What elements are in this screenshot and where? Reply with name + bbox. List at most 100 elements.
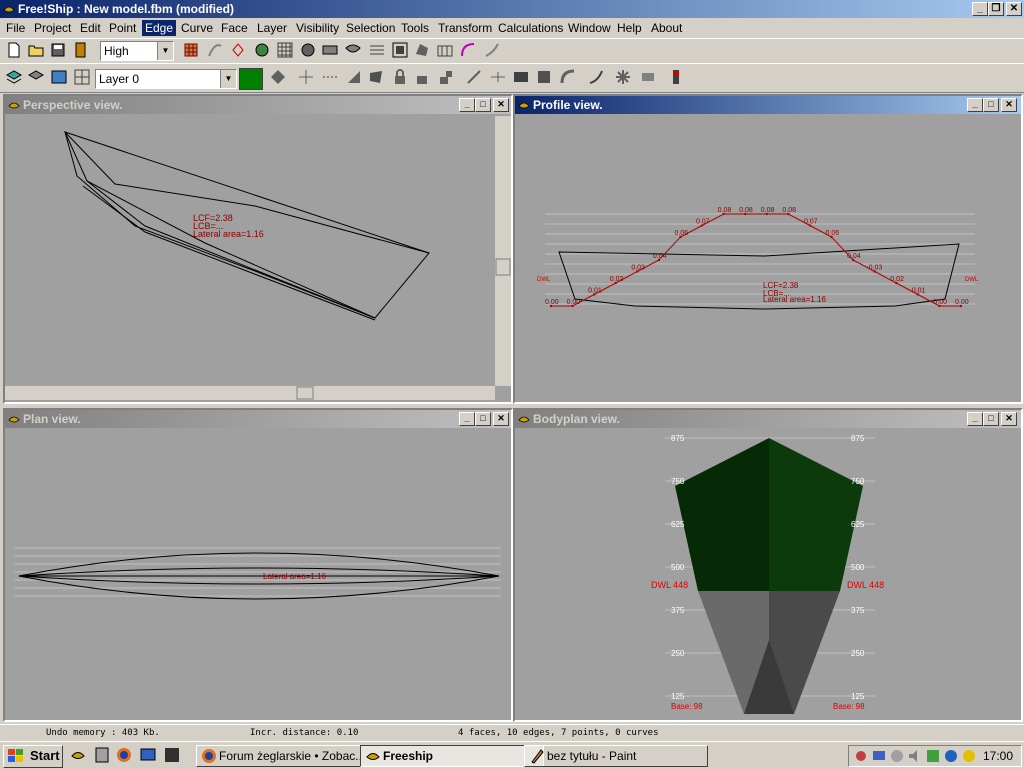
collapse-point-icon[interactable] [298, 69, 314, 85]
unlock-icon[interactable] [414, 69, 430, 85]
new-curve-icon[interactable] [588, 69, 604, 85]
tray-update-icon[interactable] [925, 748, 941, 764]
edge-curve-icon[interactable] [560, 69, 576, 85]
start-button[interactable]: Start [3, 745, 63, 768]
swap-edge-icon[interactable] [513, 69, 529, 85]
tray-network-icon[interactable] [871, 748, 887, 764]
quicklaunch-firefox-icon[interactable] [116, 747, 132, 763]
menu-selection[interactable]: Selection [346, 21, 395, 35]
vertical-scrollbar[interactable] [495, 116, 511, 386]
layer-properties-icon[interactable] [28, 69, 44, 85]
pane-close-button[interactable]: ✕ [1001, 98, 1017, 112]
stations-icon[interactable] [322, 42, 338, 58]
unlock-all-icon[interactable] [438, 69, 454, 85]
menu-face[interactable]: Face [221, 21, 248, 35]
menu-help[interactable]: Help [617, 21, 642, 35]
new-point-icon[interactable] [270, 69, 286, 85]
tray-settings-icon[interactable] [853, 748, 869, 764]
perspective-canvas[interactable]: LCF=2.38 LCB=... Lateral area=1.16 [5, 116, 511, 400]
insert-edge-icon[interactable] [466, 69, 482, 85]
menu-calculations[interactable]: Calculations [498, 21, 563, 35]
pane-maximize-button[interactable]: □ [983, 412, 999, 426]
shade-icon[interactable] [254, 42, 270, 58]
normals-icon[interactable] [230, 42, 246, 58]
layer-select[interactable]: Layer 0 ▼ [95, 69, 237, 89]
layer-grid-icon[interactable] [74, 69, 90, 85]
bodyplan-view-pane[interactable]: Bodyplan view. _ □ ✕ 875 875 750 750 625 62… [513, 408, 1023, 722]
pane-minimize-button[interactable]: _ [459, 412, 475, 426]
task-firefox-forum[interactable]: Forum żeglarskie • Zobac... [196, 745, 380, 767]
pane-close-button[interactable]: ✕ [1001, 412, 1017, 426]
vertical-scroll-thumb[interactable] [495, 258, 511, 276]
curvature-icon[interactable] [207, 42, 223, 58]
plan-view-pane[interactable]: Plan view. _ □ ✕ Lateral area=1.16 [3, 408, 513, 722]
quicklaunch-desktop-icon[interactable] [140, 747, 156, 763]
wireframe-icon[interactable] [300, 42, 316, 58]
mirror-icon[interactable] [640, 69, 656, 85]
tray-volume-icon[interactable] [907, 748, 923, 764]
task-paint[interactable]: bez tytułu - Paint [524, 745, 708, 767]
menu-visibility[interactable]: Visibility [296, 21, 339, 35]
lock-icon[interactable] [392, 69, 408, 85]
design-hydrostatics-icon[interactable] [668, 69, 684, 85]
pane-minimize-button[interactable]: _ [967, 412, 983, 426]
exit-icon[interactable] [73, 42, 89, 58]
menu-file[interactable]: File [6, 21, 25, 35]
pane-maximize-button[interactable]: □ [475, 412, 491, 426]
waterlines-icon[interactable] [369, 42, 385, 58]
layer-color-icon[interactable] [51, 69, 67, 85]
menu-transform[interactable]: Transform [438, 21, 492, 35]
restore-button[interactable]: ❐ [988, 2, 1004, 16]
diagonals-icon[interactable] [392, 42, 408, 58]
chevron-down-icon[interactable]: ▼ [157, 42, 173, 60]
save-icon[interactable] [50, 42, 66, 58]
menu-tools[interactable]: Tools [401, 21, 429, 35]
pane-close-button[interactable]: ✕ [493, 412, 509, 426]
chevron-down-icon[interactable]: ▼ [220, 70, 236, 88]
intersect-icon[interactable] [615, 69, 631, 85]
hydrostatics-icon[interactable] [414, 42, 430, 58]
bodyplan-canvas[interactable]: 875 875 750 750 625 625 500 500 375 375 250 25… [515, 430, 1021, 718]
menu-project[interactable]: Project [34, 21, 71, 35]
menu-about[interactable]: About [651, 21, 682, 35]
grid-icon[interactable] [277, 42, 293, 58]
close-button[interactable]: ✕ [1006, 2, 1022, 16]
tray-messenger-icon[interactable] [961, 748, 977, 764]
pane-minimize-button[interactable]: _ [459, 98, 475, 112]
control-net-icon[interactable] [183, 42, 199, 58]
menu-edit[interactable]: Edit [80, 21, 101, 35]
fairing-icon[interactable] [484, 42, 500, 58]
profile-canvas[interactable]: 0.00 0.00 0.01 0.02 0.03 0.04 0.06 0.07 0.08 0.08… [515, 116, 1021, 400]
tray-security-icon[interactable] [889, 748, 905, 764]
pane-minimize-button[interactable]: _ [967, 98, 983, 112]
horizontal-scrollbar[interactable] [5, 386, 495, 400]
layer-visibility-icon[interactable] [6, 69, 22, 85]
precision-select[interactable]: High ▼ [100, 41, 174, 61]
quicklaunch-media-icon[interactable] [164, 747, 180, 763]
tray-info-icon[interactable] [943, 748, 959, 764]
pane-close-button[interactable]: ✕ [493, 98, 509, 112]
open-folder-icon[interactable] [28, 42, 44, 58]
new-face-icon[interactable] [368, 69, 384, 85]
quicklaunch-calculator-icon[interactable] [94, 747, 110, 763]
extrude-icon[interactable] [346, 69, 362, 85]
menu-layer[interactable]: Layer [257, 21, 287, 35]
crease-icon[interactable] [536, 69, 552, 85]
split-edge-icon[interactable] [490, 69, 506, 85]
quicklaunch-freeship-icon[interactable] [70, 747, 86, 763]
menu-window[interactable]: Window [568, 21, 611, 35]
profile-view-pane[interactable]: Profile view. _ □ ✕ 0.00 0.00 0.01 0.02 0.03… [513, 94, 1023, 404]
new-file-icon[interactable] [6, 42, 22, 58]
perspective-view-pane[interactable]: Perspective view. _ □ ✕ LCF=2.38 LCB=...… [3, 94, 513, 404]
menu-edge[interactable]: Edge [142, 20, 177, 36]
new-edge-icon[interactable] [322, 69, 338, 85]
menu-curve[interactable]: Curve [181, 21, 213, 35]
task-freeship[interactable]: Freeship [360, 745, 544, 767]
curvature-plot-icon[interactable] [460, 42, 476, 58]
pane-maximize-button[interactable]: □ [475, 98, 491, 112]
layer-color-swatch[interactable] [239, 68, 263, 90]
minimize-button[interactable]: _ [972, 2, 988, 16]
horizontal-scroll-thumb[interactable] [296, 386, 314, 400]
flowlines-icon[interactable] [437, 42, 453, 58]
buttocks-icon[interactable] [345, 42, 361, 58]
